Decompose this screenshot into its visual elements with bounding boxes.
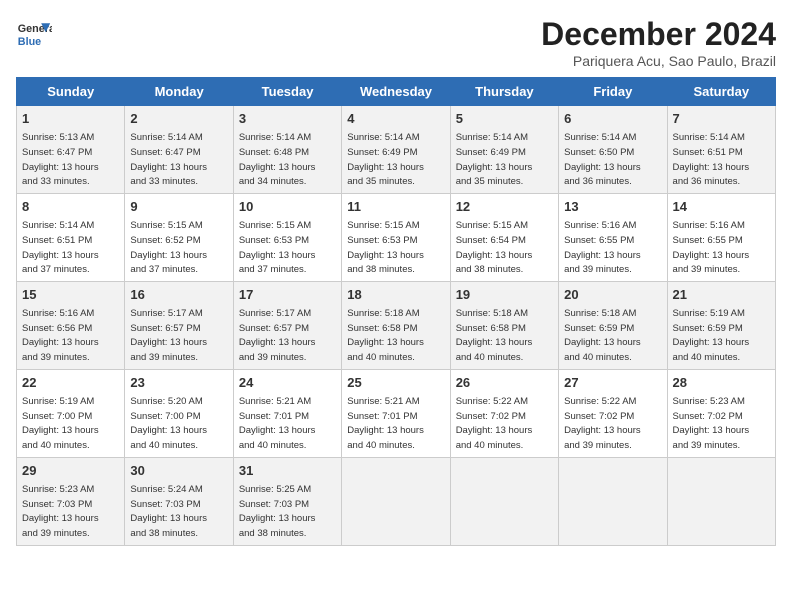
calendar-day-10: 10Sunrise: 5:15 AMSunset: 6:53 PMDayligh… (233, 193, 341, 281)
calendar-day-23: 23Sunrise: 5:20 AMSunset: 7:00 PMDayligh… (125, 369, 233, 457)
location-subtitle: Pariquera Acu, Sao Paulo, Brazil (541, 53, 776, 69)
page-header: General Blue December 2024 Pariquera Acu… (16, 16, 776, 69)
calendar-day-20: 20Sunrise: 5:18 AMSunset: 6:59 PMDayligh… (559, 281, 667, 369)
calendar-day-14: 14Sunrise: 5:16 AMSunset: 6:55 PMDayligh… (667, 193, 775, 281)
calendar-day-empty (342, 457, 450, 545)
calendar-day-13: 13Sunrise: 5:16 AMSunset: 6:55 PMDayligh… (559, 193, 667, 281)
calendar-day-27: 27Sunrise: 5:22 AMSunset: 7:02 PMDayligh… (559, 369, 667, 457)
calendar-day-11: 11Sunrise: 5:15 AMSunset: 6:53 PMDayligh… (342, 193, 450, 281)
calendar-day-25: 25Sunrise: 5:21 AMSunset: 7:01 PMDayligh… (342, 369, 450, 457)
week-row-4: 22Sunrise: 5:19 AMSunset: 7:00 PMDayligh… (17, 369, 776, 457)
week-row-3: 15Sunrise: 5:16 AMSunset: 6:56 PMDayligh… (17, 281, 776, 369)
calendar-day-7: 7Sunrise: 5:14 AMSunset: 6:51 PMDaylight… (667, 106, 775, 194)
title-area: December 2024 Pariquera Acu, Sao Paulo, … (541, 16, 776, 69)
header-saturday: Saturday (667, 78, 775, 106)
calendar-day-24: 24Sunrise: 5:21 AMSunset: 7:01 PMDayligh… (233, 369, 341, 457)
calendar-day-15: 15Sunrise: 5:16 AMSunset: 6:56 PMDayligh… (17, 281, 125, 369)
calendar-day-9: 9Sunrise: 5:15 AMSunset: 6:52 PMDaylight… (125, 193, 233, 281)
calendar-day-5: 5Sunrise: 5:14 AMSunset: 6:49 PMDaylight… (450, 106, 558, 194)
calendar-day-31: 31Sunrise: 5:25 AMSunset: 7:03 PMDayligh… (233, 457, 341, 545)
calendar-day-8: 8Sunrise: 5:14 AMSunset: 6:51 PMDaylight… (17, 193, 125, 281)
calendar-table: Sunday Monday Tuesday Wednesday Thursday… (16, 77, 776, 546)
calendar-day-3: 3Sunrise: 5:14 AMSunset: 6:48 PMDaylight… (233, 106, 341, 194)
days-header-row: Sunday Monday Tuesday Wednesday Thursday… (17, 78, 776, 106)
header-sunday: Sunday (17, 78, 125, 106)
logo-icon: General Blue (16, 16, 52, 52)
calendar-day-28: 28Sunrise: 5:23 AMSunset: 7:02 PMDayligh… (667, 369, 775, 457)
calendar-day-19: 19Sunrise: 5:18 AMSunset: 6:58 PMDayligh… (450, 281, 558, 369)
calendar-day-22: 22Sunrise: 5:19 AMSunset: 7:00 PMDayligh… (17, 369, 125, 457)
logo: General Blue (16, 16, 52, 52)
calendar-day-empty (667, 457, 775, 545)
calendar-day-30: 30Sunrise: 5:24 AMSunset: 7:03 PMDayligh… (125, 457, 233, 545)
week-row-5: 29Sunrise: 5:23 AMSunset: 7:03 PMDayligh… (17, 457, 776, 545)
calendar-day-26: 26Sunrise: 5:22 AMSunset: 7:02 PMDayligh… (450, 369, 558, 457)
calendar-day-21: 21Sunrise: 5:19 AMSunset: 6:59 PMDayligh… (667, 281, 775, 369)
calendar-day-2: 2Sunrise: 5:14 AMSunset: 6:47 PMDaylight… (125, 106, 233, 194)
svg-text:Blue: Blue (18, 36, 41, 48)
header-friday: Friday (559, 78, 667, 106)
calendar-day-18: 18Sunrise: 5:18 AMSunset: 6:58 PMDayligh… (342, 281, 450, 369)
week-row-2: 8Sunrise: 5:14 AMSunset: 6:51 PMDaylight… (17, 193, 776, 281)
calendar-day-17: 17Sunrise: 5:17 AMSunset: 6:57 PMDayligh… (233, 281, 341, 369)
calendar-day-4: 4Sunrise: 5:14 AMSunset: 6:49 PMDaylight… (342, 106, 450, 194)
header-wednesday: Wednesday (342, 78, 450, 106)
header-thursday: Thursday (450, 78, 558, 106)
calendar-day-1: 1Sunrise: 5:13 AMSunset: 6:47 PMDaylight… (17, 106, 125, 194)
week-row-1: 1Sunrise: 5:13 AMSunset: 6:47 PMDaylight… (17, 106, 776, 194)
calendar-day-29: 29Sunrise: 5:23 AMSunset: 7:03 PMDayligh… (17, 457, 125, 545)
calendar-day-6: 6Sunrise: 5:14 AMSunset: 6:50 PMDaylight… (559, 106, 667, 194)
calendar-day-16: 16Sunrise: 5:17 AMSunset: 6:57 PMDayligh… (125, 281, 233, 369)
calendar-day-empty (450, 457, 558, 545)
calendar-day-12: 12Sunrise: 5:15 AMSunset: 6:54 PMDayligh… (450, 193, 558, 281)
month-title: December 2024 (541, 16, 776, 53)
header-monday: Monday (125, 78, 233, 106)
header-tuesday: Tuesday (233, 78, 341, 106)
calendar-day-empty (559, 457, 667, 545)
